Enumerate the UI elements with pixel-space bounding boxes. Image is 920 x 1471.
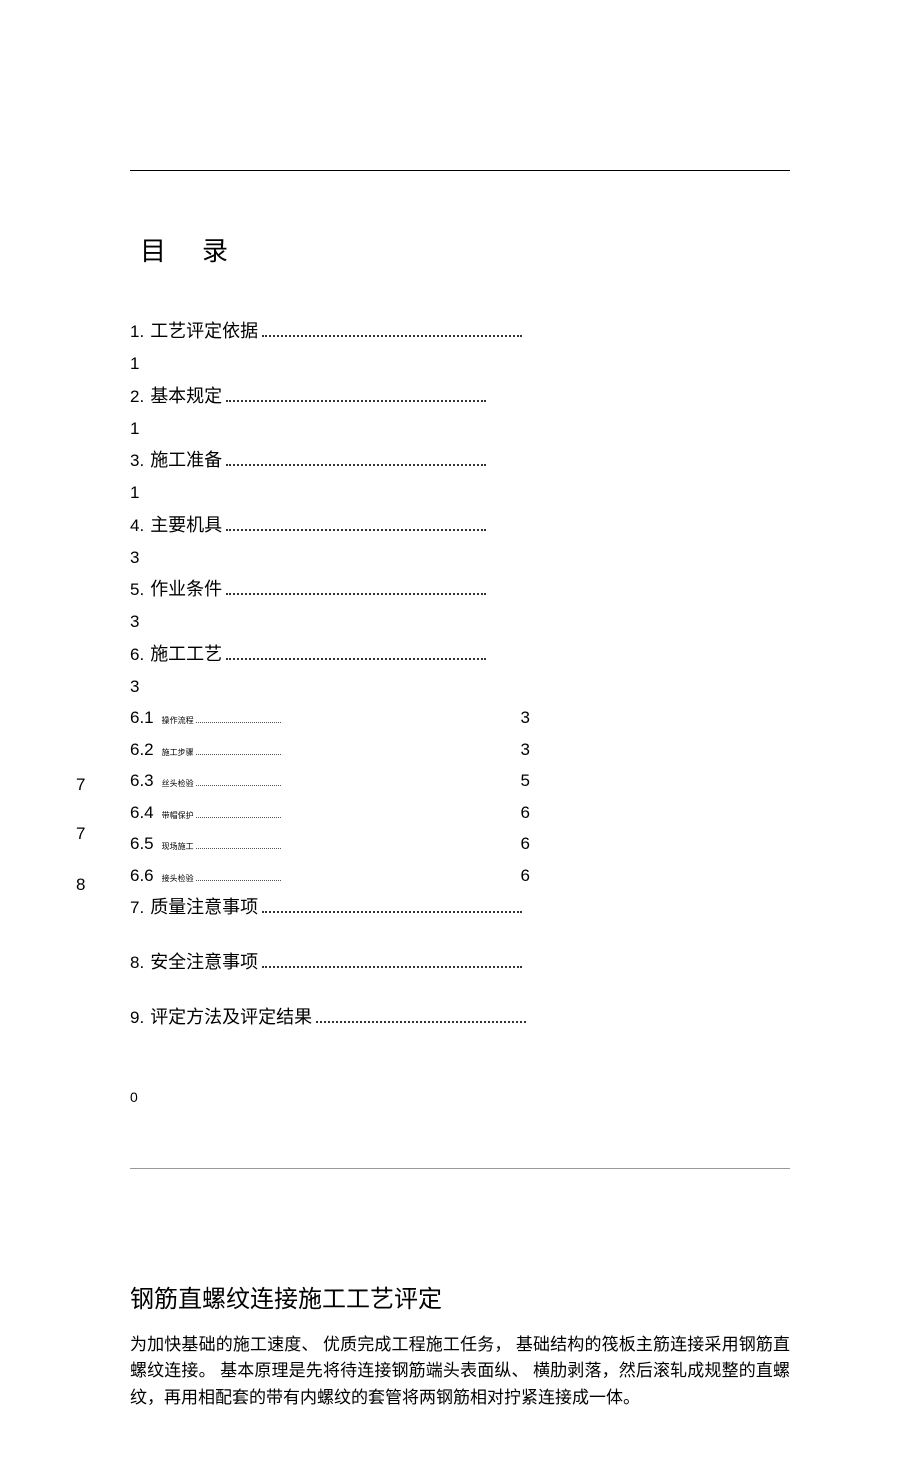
toc-leader-dots	[196, 754, 281, 755]
toc-leader-dots	[226, 593, 486, 595]
toc-item-label: 工艺评定依据	[150, 318, 258, 345]
toc-leader-dots	[196, 722, 281, 723]
toc-item-number: 8.	[130, 950, 144, 976]
toc-item-number: 4.	[130, 513, 144, 539]
toc-item-label: 施工准备	[150, 447, 222, 474]
toc-inner: 1. 工艺评定依据 1 2. 基本规定 1 3. 施工准备 1 4. 主要机具	[130, 318, 530, 1059]
page-1: 目录 1. 工艺评定依据 1 2. 基本规定 1 3. 施工准备 1 4	[0, 0, 920, 1229]
toc-leader-dots	[196, 785, 281, 786]
toc-leader-dots	[226, 658, 486, 660]
toc-leader-dots	[226, 529, 486, 531]
toc-leader-dots	[262, 335, 522, 337]
toc-subitem-page: 3	[283, 705, 530, 731]
toc-item-label: 主要机具	[150, 512, 222, 539]
toc-item-label: 作业条件	[150, 576, 222, 603]
toc-subitem-number: 6.3	[130, 768, 154, 794]
toc-item-number: 2.	[130, 384, 144, 410]
toc-subitem-number: 6.6	[130, 863, 154, 889]
toc-subitem-label: 现场施工	[162, 841, 194, 853]
toc-item: 7. 质量注意事项	[130, 894, 530, 921]
toc-subitem-number: 6.2	[130, 737, 154, 763]
toc-subitem-label: 接头检验	[162, 873, 194, 885]
toc-item-page: 3	[130, 545, 530, 571]
toc-leader-dots	[316, 1021, 526, 1023]
toc-item-page: 3	[130, 674, 530, 700]
toc-item: 6. 施工工艺	[130, 641, 530, 668]
toc-subitem-label: 操作流程	[162, 715, 194, 727]
toc-title: 目录	[140, 231, 790, 268]
toc-item: 9. 评定方法及评定结果	[130, 1004, 530, 1031]
toc-item-label: 安全注意事项	[150, 949, 258, 976]
toc-leader-dots	[226, 400, 486, 402]
toc-item: 2. 基本规定	[130, 383, 530, 410]
toc-item: 8. 安全注意事项	[130, 949, 530, 976]
toc-item-number: 5.	[130, 577, 144, 603]
toc-subitem-label: 施工步骤	[162, 747, 194, 759]
toc-subitem-number: 6.5	[130, 831, 154, 857]
toc-leader-dots	[262, 966, 522, 968]
toc-subitem-number: 6.4	[130, 800, 154, 826]
toc-leader-dots	[196, 817, 281, 818]
toc-subitem: 6.3 丝头检验 5	[130, 768, 530, 794]
toc-item-label: 施工工艺	[150, 641, 222, 668]
toc-subitem: 6.4 带帽保护 6	[130, 800, 530, 826]
toc-leader-dots	[196, 880, 281, 881]
toc-item-label: 质量注意事项	[150, 894, 258, 921]
table-of-contents: 1. 工艺评定依据 1 2. 基本规定 1 3. 施工准备 1 4. 主要机具	[130, 318, 790, 1108]
toc-subitem-page: 6	[283, 800, 530, 826]
toc-subitem-page: 3	[283, 737, 530, 763]
toc-item-page: 1	[130, 480, 530, 506]
toc-subitem-page: 6	[283, 831, 530, 857]
top-horizontal-rule	[130, 170, 790, 171]
toc-leader-dots	[262, 911, 522, 913]
toc-item: 5. 作业条件	[130, 576, 530, 603]
toc-item-page: 1	[130, 416, 530, 442]
toc-item-page: 7	[76, 772, 85, 798]
toc-subitem-page: 6	[283, 863, 530, 889]
toc-item-page: 3	[130, 609, 530, 635]
toc-item-page: 8	[76, 872, 85, 898]
toc-item-label: 评定方法及评定结果	[150, 1004, 312, 1031]
toc-subitem: 6.6 接头检验 6	[130, 863, 530, 889]
toc-subitem-number: 6.1	[130, 705, 154, 731]
toc-leader-dots	[226, 464, 486, 466]
body-paragraph: 为加快基础的施工速度、 优质完成工程施工任务， 基础结构的筏板主筋连接采用钢筋直…	[130, 1332, 790, 1411]
page-2: 钢筋直螺纹连接施工工艺评定 为加快基础的施工速度、 优质完成工程施工任务， 基础…	[0, 1229, 920, 1471]
toc-item-page: 7	[76, 821, 85, 847]
bottom-horizontal-rule	[130, 1168, 790, 1169]
toc-item: 4. 主要机具	[130, 512, 530, 539]
toc-item: 3. 施工准备	[130, 447, 530, 474]
toc-subitem: 6.5 现场施工 6	[130, 831, 530, 857]
toc-item-number: 9.	[130, 1005, 144, 1031]
toc-subitem-page: 5	[283, 768, 530, 794]
toc-subitem: 6.1 操作流程 3	[130, 705, 530, 731]
toc-item-number: 1.	[130, 319, 144, 345]
toc-item-number: 6.	[130, 642, 144, 668]
toc-item-page: 1	[130, 351, 530, 377]
toc-item-number: 7.	[130, 895, 144, 921]
toc-item-number: 3.	[130, 448, 144, 474]
toc-subitem-label: 带帽保护	[162, 810, 194, 822]
section-title: 钢筋直螺纹连接施工工艺评定	[130, 1279, 790, 1314]
page-footer-number: 0	[130, 1087, 790, 1108]
toc-subitem: 6.2 施工步骤 3	[130, 737, 530, 763]
toc-item-label: 基本规定	[150, 383, 222, 410]
toc-subitem-label: 丝头检验	[162, 778, 194, 790]
toc-item: 1. 工艺评定依据	[130, 318, 530, 345]
toc-leader-dots	[196, 848, 281, 849]
